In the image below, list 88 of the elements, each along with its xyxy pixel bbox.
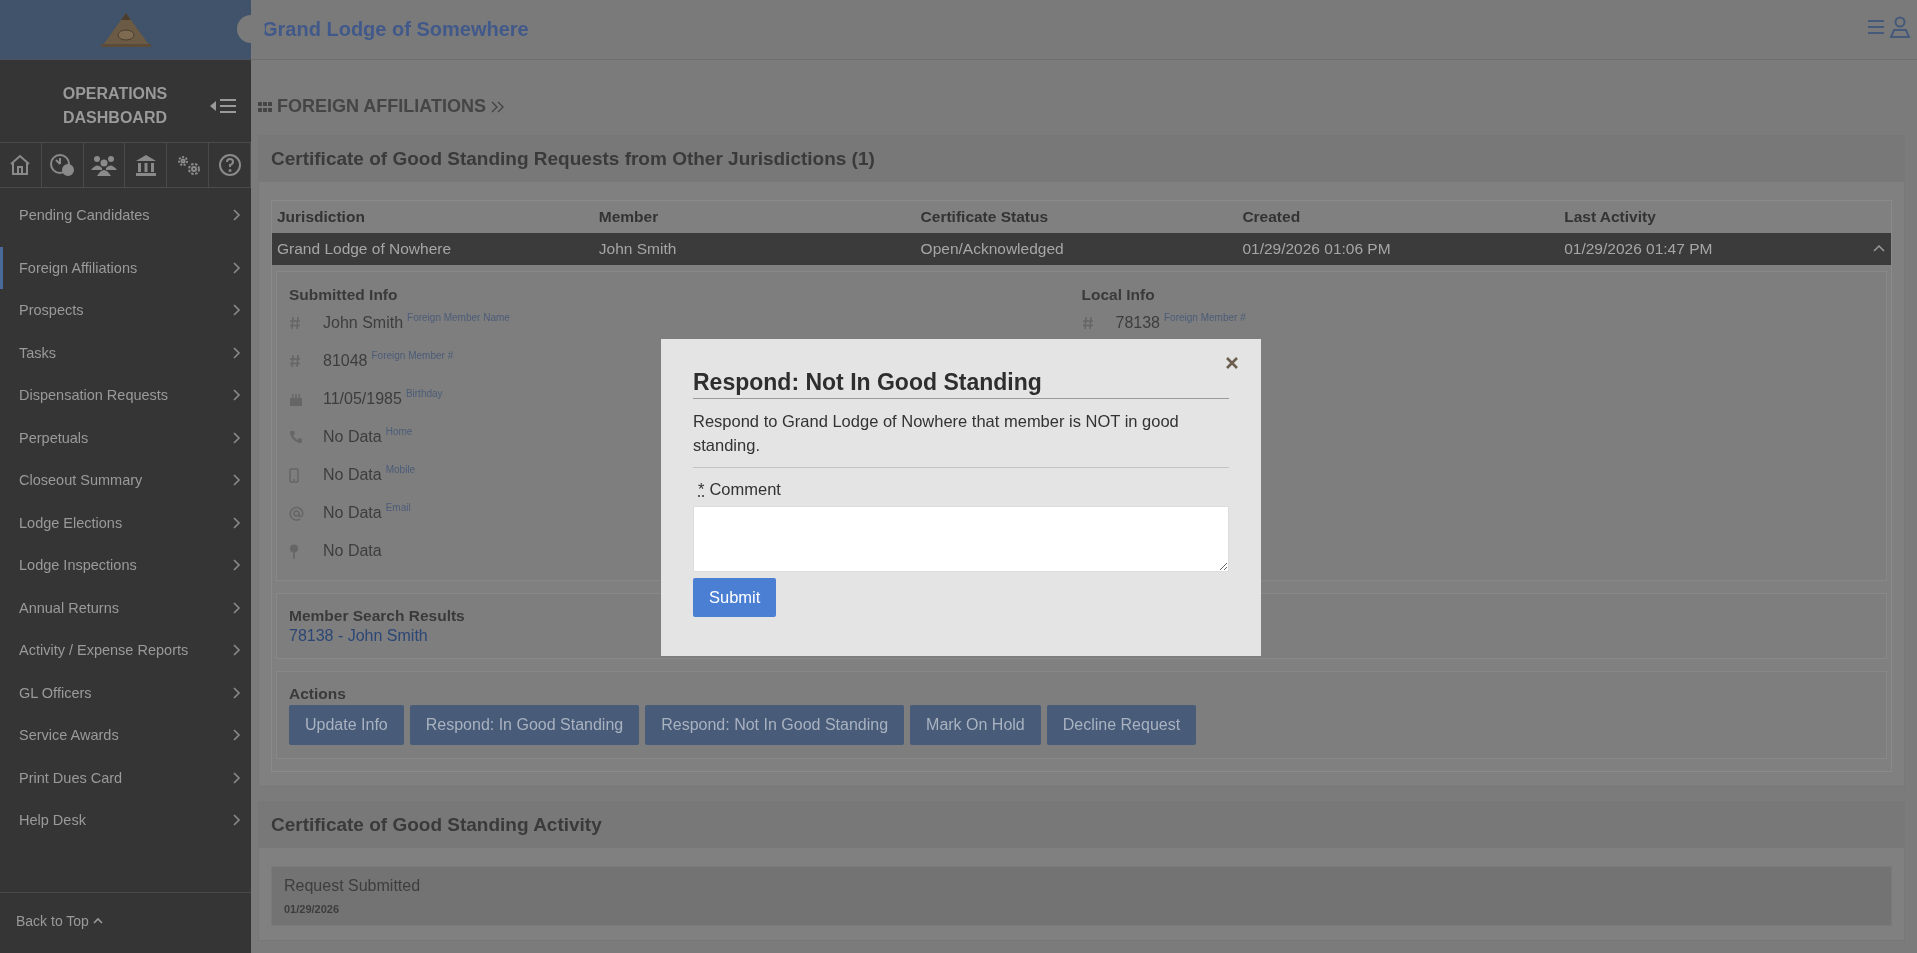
hash-icon <box>289 354 301 368</box>
chevron-icon <box>233 771 241 784</box>
action-button[interactable]: Decline Request <box>1046 705 1197 745</box>
action-button[interactable]: Respond: Not In Good Standing <box>645 705 905 745</box>
chevron-icon <box>233 209 241 222</box>
field-value: No Data <box>323 428 382 446</box>
column-header: Certificate Status <box>920 208 1049 226</box>
caret-up-icon <box>92 917 103 925</box>
bank-icon[interactable] <box>133 153 158 177</box>
sidebar-item[interactable]: Print Dues Card <box>0 756 251 799</box>
chevron-icon <box>233 346 241 359</box>
submit-button[interactable]: Submit <box>693 578 777 617</box>
chevron-icon <box>233 474 241 487</box>
gauge-icon[interactable] <box>49 153 76 177</box>
action-button[interactable]: Update Info <box>289 705 404 745</box>
mobile-phone-icon <box>289 467 299 483</box>
column-header: Last Activity <box>1564 208 1656 226</box>
section-title: Actions <box>289 685 347 703</box>
table-cell: Open/Acknowledged <box>920 240 1064 258</box>
grid-icon <box>258 101 272 112</box>
section-title: Member Search Results <box>289 607 466 625</box>
modal-message: Respond to Grand Lodge of Nowhere that member is NOT in good standing. <box>693 409 1229 468</box>
section-title: Local Info <box>1081 286 1156 304</box>
action-button[interactable]: Mark On Hold <box>910 705 1041 745</box>
table-row[interactable]: Grand Lodge of Nowhere John Smith Open/Acknowledged 01/29/2026 01:06 PM 01/29/2026 01:47 PM <box>272 233 1891 265</box>
double-chevron-icon <box>491 100 505 113</box>
field-value: No Data <box>323 466 382 484</box>
column-header: Created <box>1242 208 1301 226</box>
field-value: 81048 <box>323 352 368 370</box>
sidebar-item[interactable]: Tasks <box>0 331 251 374</box>
chevron-icon <box>233 261 241 274</box>
field-value: 78138 <box>1115 314 1160 332</box>
at-sign-icon <box>289 505 304 521</box>
field-value: John Smith <box>323 314 404 332</box>
column-header: Jurisdiction <box>277 208 365 226</box>
sidebar-title: OPERATIONS DASHBOARD <box>61 84 169 128</box>
panel-title: Certificate of Good Standing Activity <box>271 814 602 835</box>
close-icon[interactable] <box>1225 356 1239 370</box>
modal-title: Respond: Not In Good Standing <box>693 369 1229 399</box>
sidebar-item[interactable]: Activity / Expense Reports <box>0 629 251 672</box>
action-button[interactable]: Respond: In Good Standing <box>409 705 640 745</box>
chevron-icon <box>233 729 241 742</box>
sidebar-item[interactable]: Closeout Summary <box>0 459 251 502</box>
chevron-icon <box>233 304 241 317</box>
chevron-icon[interactable] <box>1873 244 1885 252</box>
chevron-icon <box>233 389 241 402</box>
sidebar-item[interactable]: Dispensation Requests <box>0 374 251 417</box>
table-cell: John Smith <box>598 240 677 258</box>
sidebar-item[interactable]: Perpetuals <box>0 416 251 459</box>
table-cell: 01/29/2026 01:47 PM <box>1564 240 1713 258</box>
field-value: 11/05/1985 <box>323 390 402 408</box>
sidebar-item[interactable]: Lodge Elections <box>0 501 251 544</box>
chevron-icon <box>233 644 241 657</box>
phone-icon <box>289 430 303 444</box>
hash-icon <box>289 316 301 330</box>
comment-field[interactable] <box>693 506 1229 572</box>
sidebar-item[interactable]: Lodge Inspections <box>0 544 251 587</box>
sidebar-item[interactable]: Annual Returns <box>0 586 251 629</box>
field-label: Comment <box>709 480 781 499</box>
required-mark: * <box>698 480 705 499</box>
sidebar-item[interactable]: Pending Candidates <box>0 194 251 237</box>
site-title: Grand Lodge of Somewhere <box>262 18 529 41</box>
chevron-icon <box>233 814 241 827</box>
sidebar-item[interactable]: Foreign Affiliations <box>0 246 251 289</box>
help-icon[interactable] <box>217 153 242 177</box>
chevron-icon <box>233 601 241 614</box>
chevron-icon <box>233 516 241 529</box>
field-value: No Data <box>323 504 382 522</box>
table-cell: Grand Lodge of Nowhere <box>277 240 452 258</box>
panel-title: Certificate of Good Standing Requests from Other Jurisdictions (1) <box>271 148 875 169</box>
member-link[interactable]: 78138 - John Smith <box>289 627 428 645</box>
sidebar-item[interactable]: GL Officers <box>0 671 251 714</box>
chevron-icon <box>233 686 241 699</box>
back-to-top-link[interactable]: Back to Top <box>0 892 251 953</box>
column-header: Member <box>598 208 659 226</box>
collapse-menu-icon[interactable] <box>210 98 236 114</box>
chevron-icon <box>233 431 241 444</box>
pin-icon <box>289 543 299 559</box>
table-cell: 01/29/2026 01:06 PM <box>1242 240 1391 258</box>
sidebar-item[interactable]: Prospects <box>0 289 251 332</box>
section-title: Submitted Info <box>289 286 399 304</box>
people-icon[interactable] <box>90 154 119 176</box>
chevron-icon <box>233 559 241 572</box>
sidebar-item[interactable]: Service Awards <box>0 714 251 757</box>
sidebar-item[interactable]: Help Desk <box>0 799 251 842</box>
hash-icon <box>1081 316 1094 330</box>
field-value: No Data <box>323 542 382 560</box>
cake-icon <box>289 392 303 406</box>
